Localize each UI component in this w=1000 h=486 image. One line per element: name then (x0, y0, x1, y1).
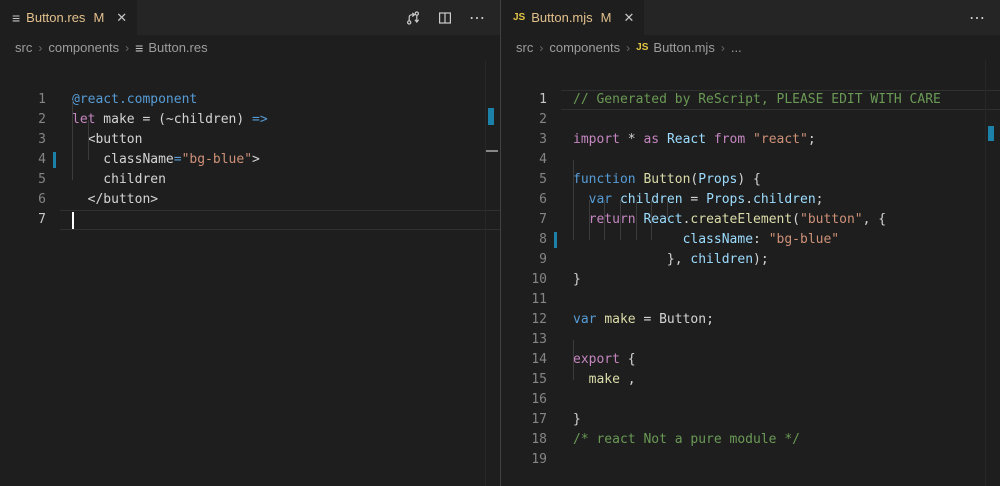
line-number[interactable]: 6 (501, 190, 547, 210)
code-line[interactable]: 3 <button (0, 130, 500, 150)
breadcrumb-item-file[interactable]: Button.mjs (653, 40, 714, 55)
more-actions-icon[interactable]: ⋯ (469, 8, 486, 28)
code-editor-rescript[interactable]: 1@react.component2let make = (~children)… (0, 60, 500, 486)
file-icon: ≡ (135, 41, 143, 55)
line-number[interactable]: 13 (501, 330, 547, 350)
code-line[interactable]: 12var make = Button; (501, 310, 1000, 330)
editor-actions-right: ⋯ (969, 0, 1000, 35)
code-line[interactable]: 11 (501, 290, 1000, 310)
tab-title: Button.res (26, 10, 85, 25)
chevron-right-icon: › (721, 41, 725, 55)
line-number[interactable]: 1 (501, 90, 547, 110)
javascript-icon: JS (513, 12, 525, 23)
code-line[interactable]: 9 }, children); (501, 250, 1000, 270)
editor-pane-left: ≡ Button.res M ✕ (0, 0, 500, 486)
modified-line-gutter-marker (554, 232, 557, 248)
line-number[interactable]: 3 (0, 130, 46, 150)
breadcrumb-item-symbol[interactable]: ... (731, 40, 742, 55)
close-icon[interactable]: ✕ (116, 10, 127, 26)
modified-badge: M (93, 10, 104, 25)
code-line[interactable]: 5function Button(Props) { (501, 170, 1000, 190)
code-line[interactable]: 6 </button> (0, 190, 500, 210)
chevron-right-icon: › (626, 41, 630, 55)
code-line[interactable]: 17} (501, 410, 1000, 430)
line-number[interactable]: 5 (0, 170, 46, 190)
code-editor-javascript[interactable]: 1// Generated by ReScript, PLEASE EDIT W… (501, 60, 1000, 486)
tab-button-mjs[interactable]: JS Button.mjs M ✕ (501, 0, 644, 35)
code-line[interactable]: 19 (501, 450, 1000, 470)
line-number[interactable]: 11 (501, 290, 547, 310)
line-number[interactable]: 6 (0, 190, 46, 210)
more-actions-icon[interactable]: ⋯ (969, 8, 986, 28)
line-number[interactable]: 17 (501, 410, 547, 430)
overview-ruler-modified-mark (488, 108, 494, 125)
scrollbar-edge (485, 60, 486, 486)
line-number[interactable]: 5 (501, 170, 547, 190)
line-number[interactable]: 7 (0, 210, 46, 230)
line-number[interactable]: 18 (501, 430, 547, 450)
javascript-icon: JS (636, 42, 648, 53)
code-line[interactable]: 18/* react Not a pure module */ (501, 430, 1000, 450)
breadcrumb-right: src › components › JS Button.mjs › ... (501, 35, 1000, 60)
editor-actions-left: ⋯ (405, 0, 500, 35)
line-number[interactable]: 3 (501, 130, 547, 150)
code-line[interactable]: 4 className="bg-blue"> (0, 150, 500, 170)
code-line[interactable]: 16 (501, 390, 1000, 410)
code-line[interactable]: 8 className: "bg-blue" (501, 230, 1000, 250)
modified-badge: M (601, 10, 612, 25)
file-icon: ≡ (12, 11, 20, 25)
code-line[interactable]: 1@react.component (0, 90, 500, 110)
overview-ruler-modified-mark (988, 126, 994, 141)
line-number[interactable]: 10 (501, 270, 547, 290)
line-number[interactable]: 4 (0, 150, 46, 170)
modified-line-gutter-marker (53, 152, 56, 168)
overview-ruler-cursor-mark (485, 150, 498, 152)
line-number[interactable]: 9 (501, 250, 547, 270)
code-line[interactable]: 15 make , (501, 370, 1000, 390)
code-line[interactable]: 7 return React.createElement("button", { (501, 210, 1000, 230)
breadcrumb-left: src › components › ≡ Button.res (0, 35, 500, 60)
vscode-workbench: ≡ Button.res M ✕ (0, 0, 1000, 486)
tab-bar-right: JS Button.mjs M ✕ ⋯ (501, 0, 1000, 35)
scrollbar-edge (985, 60, 986, 486)
editor-pane-right: JS Button.mjs M ✕ ⋯ src › components › J… (500, 0, 1000, 486)
split-editor-icon[interactable] (437, 10, 453, 26)
line-number[interactable]: 1 (0, 90, 46, 110)
open-changes-icon[interactable] (405, 10, 421, 26)
chevron-right-icon: › (539, 41, 543, 55)
line-number[interactable]: 15 (501, 370, 547, 390)
breadcrumb-item-src[interactable]: src (15, 40, 32, 55)
code-line[interactable]: 2 (501, 110, 1000, 130)
tab-button-res[interactable]: ≡ Button.res M ✕ (0, 0, 137, 35)
line-number[interactable]: 4 (501, 150, 547, 170)
breadcrumb-item-components[interactable]: components (549, 40, 620, 55)
text-cursor (72, 212, 74, 229)
code-line[interactable]: 6 var children = Props.children; (501, 190, 1000, 210)
code-line[interactable]: 1// Generated by ReScript, PLEASE EDIT W… (501, 90, 1000, 110)
line-number[interactable]: 19 (501, 450, 547, 470)
chevron-right-icon: › (125, 41, 129, 55)
code-line[interactable]: 13 (501, 330, 1000, 350)
code-line[interactable]: 10} (501, 270, 1000, 290)
code-line[interactable]: 14export { (501, 350, 1000, 370)
line-number[interactable]: 8 (501, 230, 547, 250)
breadcrumb-item-components[interactable]: components (48, 40, 119, 55)
tab-title: Button.mjs (531, 10, 592, 25)
chevron-right-icon: › (38, 41, 42, 55)
line-number[interactable]: 14 (501, 350, 547, 370)
code-line[interactable]: 3import * as React from "react"; (501, 130, 1000, 150)
tab-bar-left: ≡ Button.res M ✕ (0, 0, 500, 35)
line-number[interactable]: 16 (501, 390, 547, 410)
line-number[interactable]: 7 (501, 210, 547, 230)
line-number[interactable]: 2 (0, 110, 46, 130)
close-icon[interactable]: ✕ (624, 10, 635, 26)
breadcrumb-item-file[interactable]: Button.res (148, 40, 207, 55)
line-number[interactable]: 2 (501, 110, 547, 130)
code-line[interactable]: 7 (0, 210, 500, 230)
code-line[interactable]: 4 (501, 150, 1000, 170)
line-number[interactable]: 12 (501, 310, 547, 330)
code-line[interactable]: 5 children (0, 170, 500, 190)
code-line[interactable]: 2let make = (~children) => (0, 110, 500, 130)
breadcrumb-item-src[interactable]: src (516, 40, 533, 55)
